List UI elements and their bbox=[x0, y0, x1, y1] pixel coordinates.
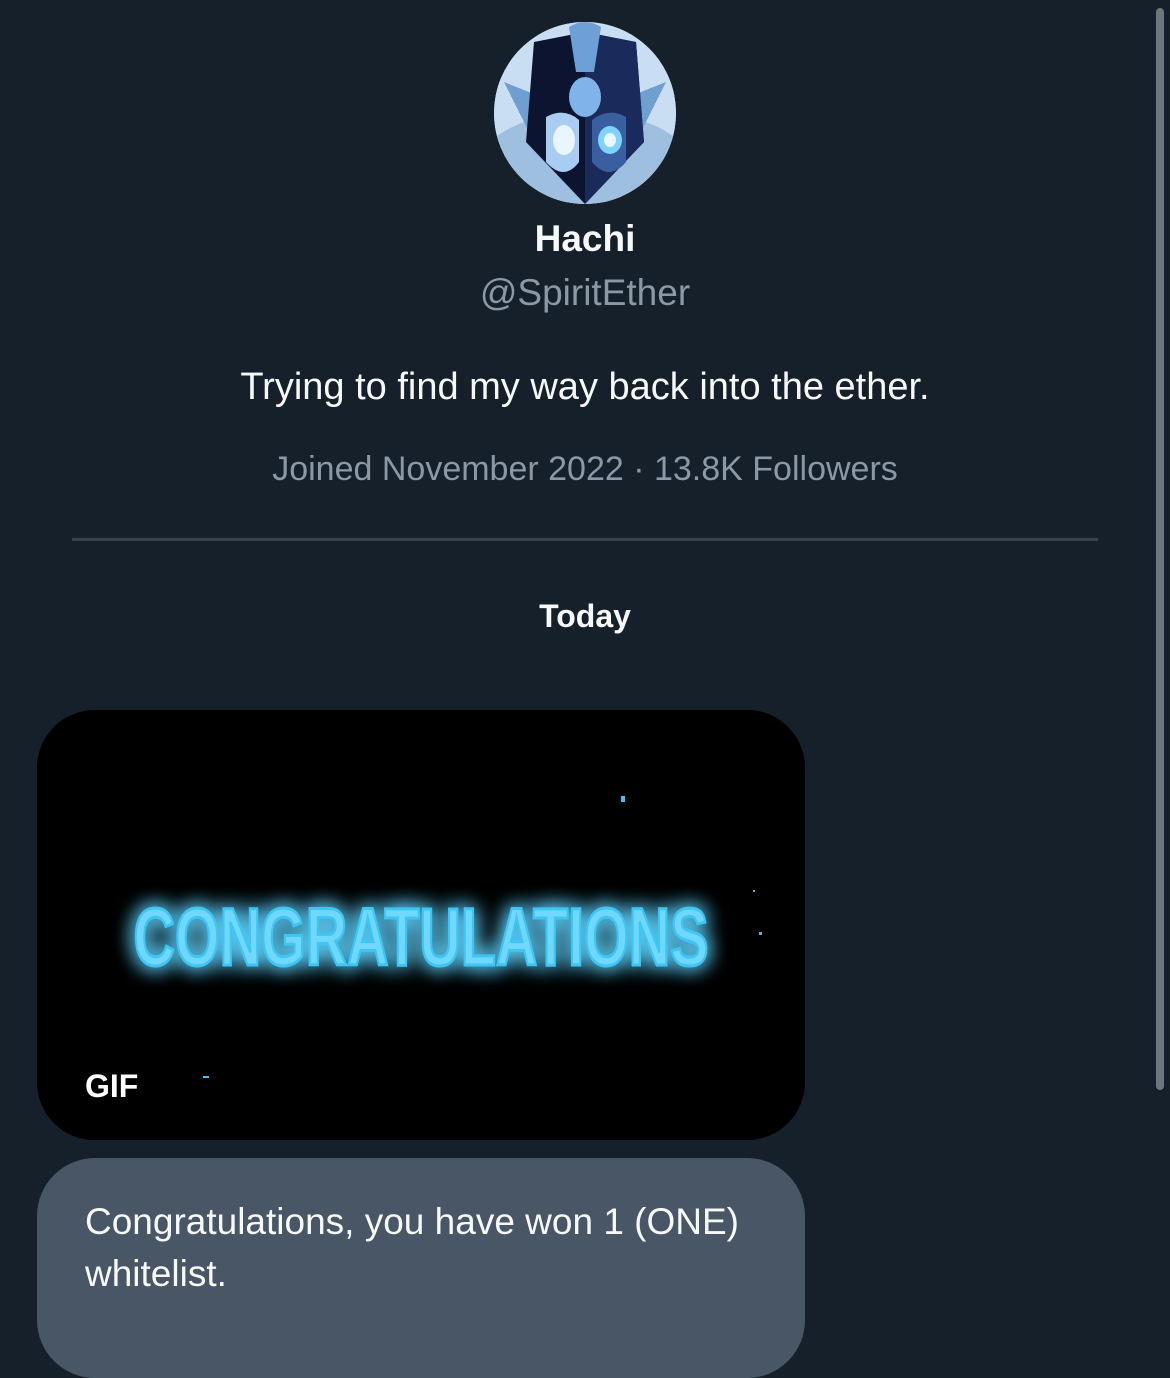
sparkle bbox=[759, 932, 762, 935]
profile-meta: Joined November 2022 · 13.8K Followers bbox=[272, 450, 898, 488]
sparkle bbox=[753, 890, 755, 892]
message-bubble[interactable]: Congratulations, you have won 1 (ONE) wh… bbox=[37, 1158, 805, 1378]
profile-bio: Trying to find my way back into the ethe… bbox=[240, 366, 930, 408]
scrollbar[interactable] bbox=[1156, 8, 1164, 1090]
gif-message[interactable]: CONGRATULATIONS GIF bbox=[37, 710, 805, 1140]
message-text: Congratulations, you have won 1 (ONE) wh… bbox=[85, 1201, 740, 1294]
spirit-avatar-icon bbox=[494, 22, 676, 204]
sparkle bbox=[621, 796, 625, 802]
congratulations-gif-image: CONGRATULATIONS bbox=[37, 710, 805, 1140]
date-separator: Today bbox=[539, 598, 631, 634]
sparkle bbox=[203, 1076, 209, 1078]
avatar[interactable] bbox=[494, 22, 676, 204]
user-handle[interactable]: @SpiritEther bbox=[0, 272, 1170, 314]
divider bbox=[72, 538, 1098, 541]
display-name[interactable]: Hachi bbox=[0, 218, 1170, 260]
gif-congratulations-text: CONGRATULATIONS bbox=[134, 892, 709, 983]
gif-badge: GIF bbox=[85, 1068, 139, 1104]
